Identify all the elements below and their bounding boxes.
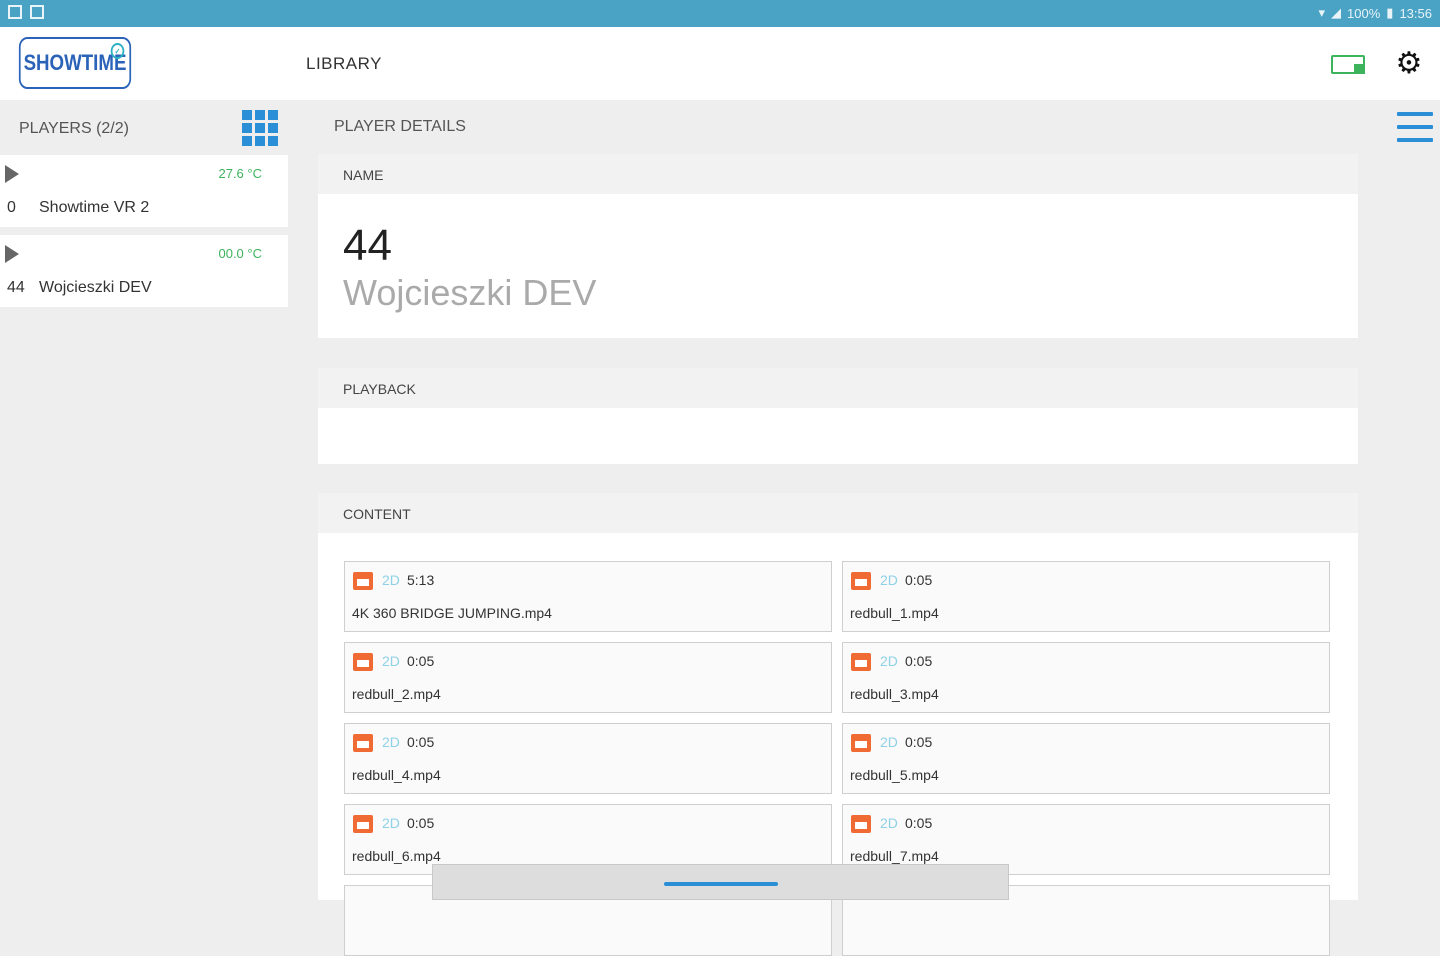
play-icon[interactable] (5, 165, 19, 183)
player-item[interactable]: 00.0 °C 44 Wojcieszki DEV (0, 235, 288, 307)
player-id: 0 (7, 199, 16, 216)
players-heading: PLAYERS (2/2) (19, 120, 129, 137)
video-file-icon (851, 572, 871, 590)
player-details-heading: PLAYER DETAILS (334, 118, 466, 135)
content-filename: redbull_4.mp4 (352, 767, 441, 783)
cast-icon[interactable] (1331, 55, 1365, 74)
battery-icon: ▮ (1386, 5, 1394, 20)
right-rail (1388, 100, 1440, 900)
wifi-icon: ▾ (1318, 5, 1326, 20)
player-name: Showtime VR 2 (39, 199, 150, 216)
content-dimension: 2D (382, 572, 400, 588)
signal-icon: ◢ (1331, 5, 1342, 20)
page-title: LIBRARY (306, 54, 382, 73)
content-duration: 0:05 (905, 653, 933, 669)
video-file-icon (851, 653, 871, 671)
content-filename: redbull_1.mp4 (850, 605, 939, 621)
player-full-name: Wojcieszki DEV (343, 272, 597, 313)
content-dimension: 2D (880, 572, 898, 588)
players-sidebar: PLAYERS (2/2) 27.6 °C 0 Showtime VR 2 00… (0, 100, 288, 900)
content-filename: redbull_6.mp4 (352, 848, 441, 864)
name-card: NAME 44 Wojcieszki DEV (318, 154, 1358, 338)
gallery-notification-icon (8, 5, 22, 19)
hamburger-menu-icon[interactable] (1397, 112, 1433, 142)
drag-handle[interactable] (664, 882, 778, 886)
content-filename: redbull_3.mp4 (850, 686, 939, 702)
content-duration: 0:05 (407, 734, 435, 750)
player-item[interactable]: 27.6 °C 0 Showtime VR 2 (0, 155, 288, 227)
content-item[interactable]: 2D 0:05 redbull_2.mp4 (344, 642, 832, 713)
content-filename: 4K 360 BRIDGE JUMPING.mp4 (352, 605, 552, 621)
status-bar: ▾ ◢ 100% ▮ 13:56 (0, 0, 1440, 27)
content-item[interactable]: 2D 0:05 redbull_4.mp4 (344, 723, 832, 794)
content-duration: 5:13 (407, 572, 435, 588)
showtime-logo: SHOWTIME ✓ (18, 37, 132, 89)
content-card: CONTENT 2D 5:13 4K 360 BRIDGE JUMPING.mp… (318, 493, 1358, 956)
content-filename: redbull_2.mp4 (352, 686, 441, 702)
video-file-icon (353, 653, 373, 671)
video-file-icon (353, 815, 373, 833)
player-number: 44 (343, 221, 392, 270)
name-card-label: NAME (318, 154, 1358, 194)
content-duration: 0:05 (905, 572, 933, 588)
battery-level: 100% (1347, 5, 1381, 21)
clock: 13:56 (1399, 5, 1432, 21)
content-card-label: CONTENT (318, 493, 1358, 533)
content-item[interactable]: 2D 0:05 redbull_5.mp4 (842, 723, 1330, 794)
play-store-notification-icon (30, 5, 44, 19)
player-details-panel: PLAYER DETAILS NAME 44 Wojcieszki DEV PL… (288, 100, 1388, 956)
logo-badge-icon: ✓ (110, 43, 125, 59)
video-file-icon (353, 572, 373, 590)
player-temperature: 00.0 °C (218, 246, 262, 261)
content-duration: 0:05 (905, 734, 933, 750)
gear-icon[interactable]: ⚙ (1394, 49, 1424, 79)
content-duration: 0:05 (905, 815, 933, 831)
player-name: Wojcieszki DEV (39, 279, 152, 296)
bottom-sheet[interactable] (432, 864, 1009, 900)
content-item[interactable]: 2D 5:13 4K 360 BRIDGE JUMPING.mp4 (344, 561, 832, 632)
content-item[interactable]: 2D 0:05 redbull_1.mp4 (842, 561, 1330, 632)
player-id: 44 (7, 279, 25, 296)
playback-card-label: PLAYBACK (318, 368, 1358, 408)
video-file-icon (851, 734, 871, 752)
content-dimension: 2D (382, 815, 400, 831)
video-file-icon (851, 815, 871, 833)
content-dimension: 2D (880, 815, 898, 831)
playback-card: PLAYBACK (318, 368, 1358, 464)
content-dimension: 2D (382, 653, 400, 669)
content-dimension: 2D (382, 734, 400, 750)
video-file-icon (353, 734, 373, 752)
content-dimension: 2D (880, 734, 898, 750)
grid-view-icon[interactable] (242, 110, 278, 146)
content-dimension: 2D (880, 653, 898, 669)
play-icon[interactable] (5, 245, 19, 263)
content-filename: redbull_5.mp4 (850, 767, 939, 783)
content-duration: 0:05 (407, 815, 435, 831)
app-toolbar: SHOWTIME ✓ LIBRARY ⚙ (0, 27, 1440, 100)
content-duration: 0:05 (407, 653, 435, 669)
content-filename: redbull_7.mp4 (850, 848, 939, 864)
player-temperature: 27.6 °C (218, 166, 262, 181)
content-item[interactable]: 2D 0:05 redbull_3.mp4 (842, 642, 1330, 713)
